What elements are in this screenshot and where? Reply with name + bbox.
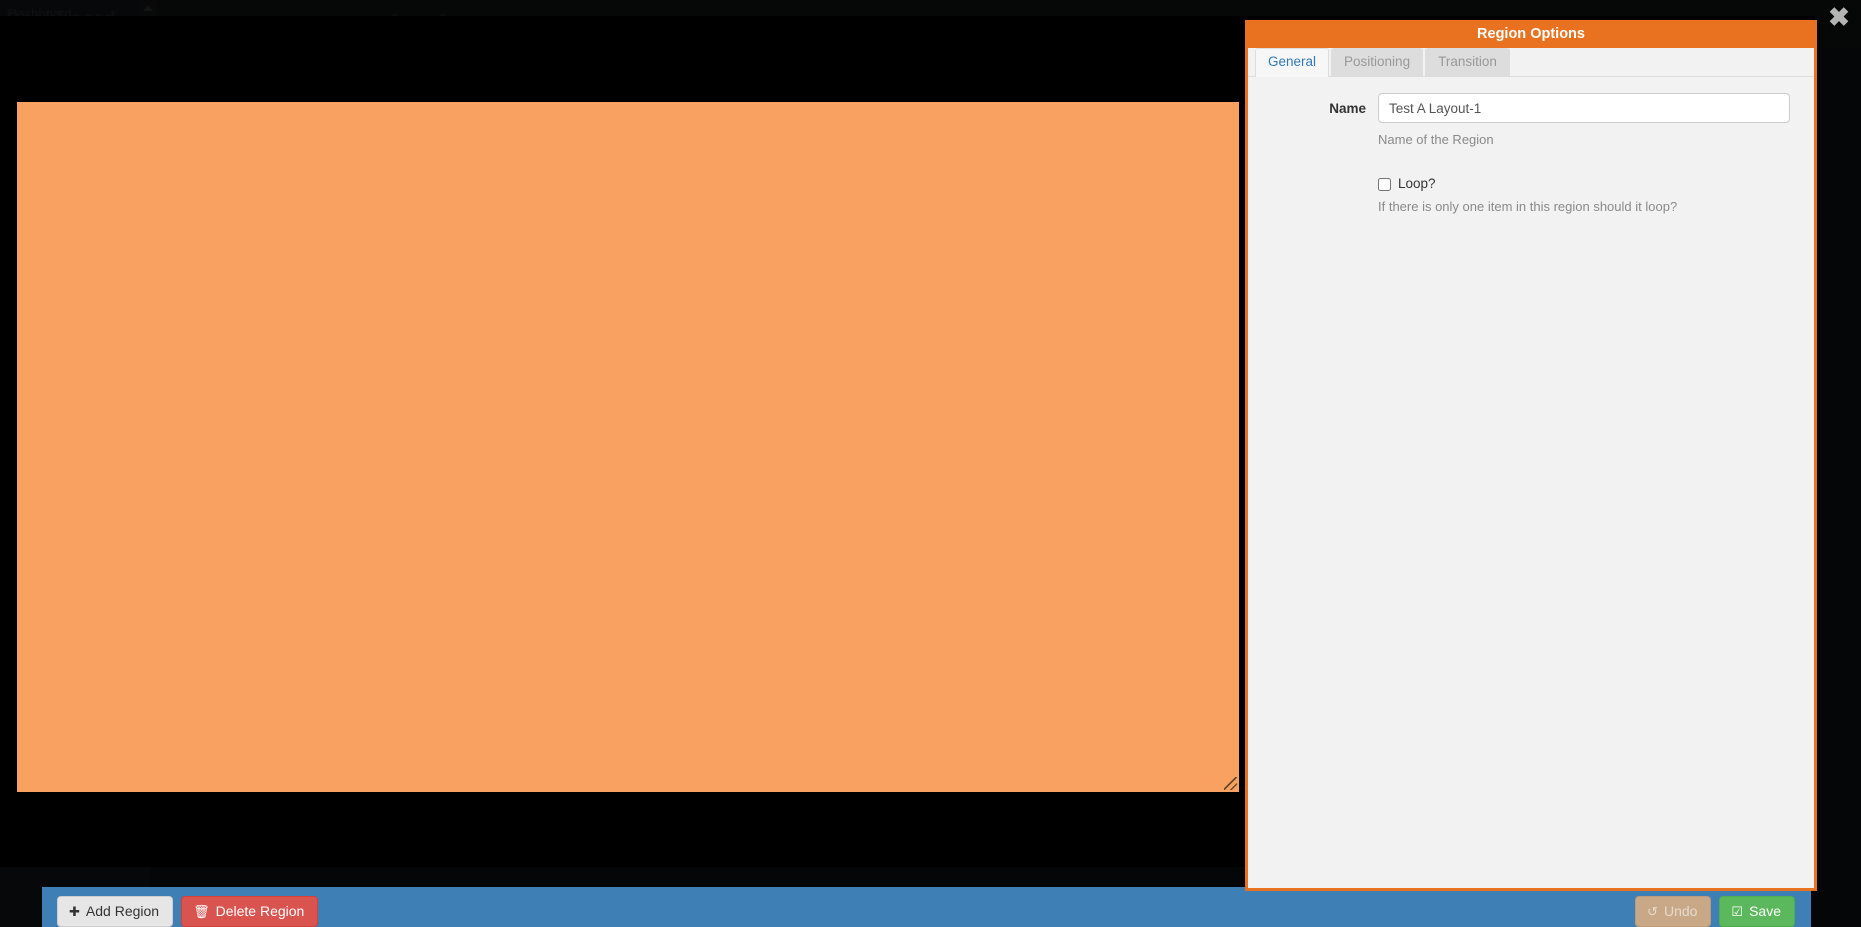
designer-toolbar: ✚ Add Region 🗑 Delete Region ↺ Undo ☑ Sa… <box>42 887 1811 927</box>
trash-icon: 🗑 <box>193 903 210 919</box>
panel-tab-bar: General Positioning Transition <box>1248 48 1814 77</box>
undo-button[interactable]: ↺ Undo <box>1635 896 1712 927</box>
undo-arrow-icon: ↺ <box>1647 903 1658 919</box>
undo-label: Undo <box>1663 903 1698 919</box>
tab-general[interactable]: General <box>1255 48 1330 77</box>
resize-handle-icon[interactable] <box>1224 777 1237 790</box>
add-region-button[interactable]: ✚ Add Region <box>57 896 174 927</box>
name-control-wrap: Name of the Region Loop? If there is onl… <box>1378 93 1790 215</box>
close-x-icon[interactable]: ✖ <box>1824 2 1854 32</box>
app-root: DashboardPlaylistsLibraryDISPLAYCampaign… <box>0 0 1861 927</box>
panel-title: Region Options <box>1248 20 1814 48</box>
checkbox-check-icon: ☑ <box>1731 903 1744 919</box>
name-form-row: Name Name of the Region Loop? If there i… <box>1248 93 1814 215</box>
name-label: Name <box>1329 101 1366 116</box>
save-label: Save <box>1749 903 1781 919</box>
layout-region[interactable] <box>17 102 1239 792</box>
toolbar-left-group: ✚ Add Region 🗑 Delete Region <box>57 896 319 927</box>
panel-body-general: Name Name of the Region Loop? If there i… <box>1248 77 1814 888</box>
name-help-text: Name of the Region <box>1378 132 1494 147</box>
name-input[interactable] <box>1378 93 1790 123</box>
delete-region-button[interactable]: 🗑 Delete Region <box>181 896 319 927</box>
region-options-panel: Region Options General Positioning Trans… <box>1245 20 1817 891</box>
loop-label: Loop? <box>1398 176 1436 191</box>
save-button[interactable]: ☑ Save <box>1719 896 1795 927</box>
toolbar-right-group: ↺ Undo ☑ Save <box>1635 896 1795 927</box>
plus-icon: ✚ <box>69 903 80 919</box>
loop-help-text: If there is only one item in this region… <box>1378 199 1678 214</box>
tab-transition[interactable]: Transition <box>1425 48 1510 76</box>
delete-region-label: Delete Region <box>215 903 305 919</box>
tab-positioning[interactable]: Positioning <box>1331 48 1424 76</box>
loop-checkbox-row: Loop? <box>1378 176 1790 192</box>
loop-checkbox[interactable] <box>1378 177 1391 191</box>
add-region-label: Add Region <box>85 903 160 919</box>
